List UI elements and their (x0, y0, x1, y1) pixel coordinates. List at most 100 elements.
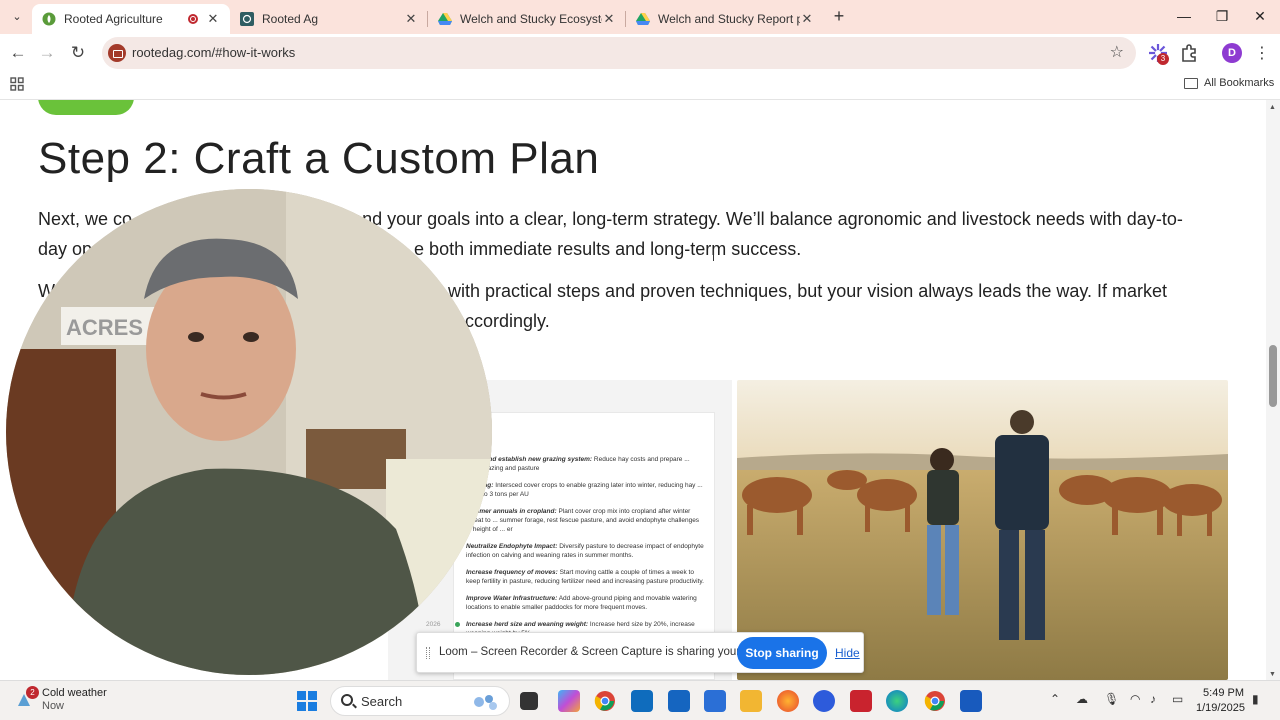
loom-webcam-bubble[interactable]: ACRES (6, 189, 492, 675)
tab-title: Rooted Agriculture (64, 12, 163, 26)
browser-menu-icon[interactable]: ⋮ (1254, 43, 1270, 63)
microsoft-store-icon[interactable] (704, 690, 726, 712)
mcafee-icon[interactable] (850, 690, 872, 712)
tab-title: Welch and Stucky Report practi (658, 12, 800, 26)
onedrive-icon[interactable]: ☁ (1076, 692, 1088, 706)
paragraph-2-line-1b: with practical steps and proven techniqu… (448, 281, 1168, 301)
clock-time: 5:49 PM (1203, 687, 1244, 699)
tab-welch-stucky-report[interactable]: Welch and Stucky Report practi ✕ (626, 4, 824, 34)
bookmarks-bar: All Bookmarks (0, 72, 1280, 100)
chrome-icon[interactable] (594, 690, 616, 712)
close-tab-icon[interactable]: ✕ (404, 11, 418, 27)
word-icon[interactable] (960, 690, 982, 712)
webcam-person-illustration: ACRES (6, 189, 492, 675)
tab-rooted-agriculture[interactable]: Rooted Agriculture ✕ (32, 4, 230, 34)
drag-handle-icon[interactable] (426, 647, 430, 659)
battery-icon[interactable]: ▭ (1172, 692, 1183, 706)
show-hidden-icons-icon[interactable]: ⌃ (1050, 692, 1060, 706)
leaf-favicon-icon (42, 12, 56, 26)
sharing-message: Loom – Screen Recorder & Screen Capture … (439, 646, 781, 658)
doc-item: summer annuals in cropland: Plant cover … (466, 508, 700, 533)
site-info-icon[interactable] (108, 44, 126, 62)
profile-avatar[interactable]: D (1222, 43, 1242, 63)
scroll-down-arrow-icon[interactable]: ▼ (1269, 671, 1276, 678)
close-window-icon[interactable]: ✕ (1248, 6, 1272, 26)
tab-strip: ⌄ Rooted Agriculture ✕ Rooted Ag ✕ Welch… (0, 0, 1280, 34)
firefox-icon[interactable] (777, 690, 799, 712)
reload-icon[interactable]: ↻ (67, 42, 89, 64)
search-icon (341, 694, 353, 706)
taskbar-search[interactable]: Search (330, 686, 510, 716)
browser-toolbar: ← → ↻ rootedag.com/#how-it-works ☆ D ⋮ (0, 34, 1280, 72)
paragraph-1-line-1b: e, and your goals into a clear, long-ter… (332, 209, 1183, 229)
recording-indicator-icon (188, 14, 198, 24)
tab-rooted-ag[interactable]: Rooted Ag ✕ (230, 4, 428, 34)
svg-text:ACRES: ACRES (66, 315, 143, 340)
screen-sharing-banner: Loom – Screen Recorder & Screen Capture … (416, 632, 864, 673)
weather-badge: 2 (26, 686, 39, 699)
page-scrollbar[interactable]: ▲ ▼ (1266, 100, 1280, 680)
restore-icon[interactable]: ❐ (1210, 6, 1234, 26)
all-bookmarks-button[interactable]: All Bookmarks (1184, 77, 1274, 89)
extensions-puzzle-icon[interactable] (1178, 42, 1200, 64)
tab-title: Welch and Stucky Ecosystem Pr (460, 12, 602, 26)
weather-subtitle: Now (42, 700, 65, 712)
new-tab-button[interactable]: + (830, 6, 848, 26)
doc-item: Improve Water Infrastructure: Add above-… (466, 595, 697, 611)
green-button-partial[interactable] (38, 100, 134, 115)
timeline-dot-icon (455, 622, 460, 627)
doc-year: 2026 (426, 621, 441, 628)
minimize-icon[interactable]: — (1172, 6, 1196, 26)
text-cursor-icon (713, 249, 719, 261)
copilot-icon[interactable] (558, 690, 580, 712)
volume-icon[interactable]: ♪ (1150, 692, 1156, 706)
paragraph-1-line-2b: e both immediate results and long-term s… (414, 239, 802, 259)
clock-date: 1/19/2025 (1196, 702, 1245, 714)
edge-icon[interactable] (886, 690, 908, 712)
paragraph-2-line-2: ccordingly. (465, 311, 550, 331)
tab-welch-stucky-ecosystem[interactable]: Welch and Stucky Ecosystem Pr ✕ (428, 4, 626, 34)
extension-badge: 3 (1157, 53, 1169, 65)
forward-arrow-icon[interactable]: → (36, 42, 58, 64)
close-tab-icon[interactable]: ✕ (206, 11, 220, 27)
address-bar[interactable]: rootedag.com/#how-it-works ☆ (102, 37, 1136, 69)
chrome-profile-icon[interactable] (924, 690, 946, 712)
doc-item: Increase frequency of moves: Start movin… (466, 569, 704, 585)
close-tab-icon[interactable]: ✕ (800, 11, 814, 27)
doc-item: Seeding: Intersced cover crops to enable… (466, 482, 703, 498)
weather-title: Cold weather (42, 687, 107, 699)
search-highlight-icon (474, 695, 497, 710)
bookmark-star-icon[interactable]: ☆ (1110, 42, 1124, 62)
file-explorer-icon[interactable] (740, 690, 762, 712)
doc-item: Neutralize Endophyte Impact: Diversify p… (466, 543, 704, 559)
tab-search-chevron-icon[interactable]: ⌄ (8, 8, 26, 26)
apps-grid-icon[interactable] (10, 77, 24, 91)
windows-taskbar: 2 Cold weather Now Search ⌃ ☁ 🎙 ◠ ♪ ▭ 5:… (0, 680, 1280, 720)
outlook-new-icon[interactable] (668, 690, 690, 712)
stop-sharing-button[interactable]: Stop sharing (737, 637, 827, 669)
microphone-icon[interactable]: 🎙 (1104, 692, 1119, 706)
page-heading: Step 2: Craft a Custom Plan (38, 134, 600, 183)
doc-item: costs and establish new grazing system: … (466, 456, 690, 472)
search-label: Search (361, 694, 403, 709)
google-drive-icon (438, 13, 452, 25)
google-drive-icon (636, 13, 650, 25)
scroll-thumb[interactable] (1269, 345, 1277, 407)
back-arrow-icon[interactable]: ← (7, 42, 29, 64)
outlook-icon[interactable] (631, 690, 653, 712)
tab-title: Rooted Ag (262, 12, 319, 26)
system-clock[interactable]: 5:49 PM 1/19/2025 (1196, 686, 1245, 716)
scroll-up-arrow-icon[interactable]: ▲ (1269, 104, 1276, 111)
task-view-icon[interactable] (520, 692, 538, 710)
hide-banner-link[interactable]: Hide (835, 646, 860, 660)
all-bookmarks-label: All Bookmarks (1204, 77, 1275, 89)
url-text: rootedag.com/#how-it-works (132, 45, 296, 60)
windows-start-icon[interactable] (296, 690, 318, 712)
zoom-icon[interactable] (813, 690, 835, 712)
rooted-ag-favicon-icon (240, 12, 254, 26)
weather-widget[interactable]: 2 Cold weather Now (14, 686, 107, 712)
close-tab-icon[interactable]: ✕ (602, 11, 616, 27)
notifications-icon[interactable]: ▮ (1252, 692, 1259, 706)
weather-icon: 2 (14, 686, 39, 710)
wifi-icon[interactable]: ◠ (1130, 692, 1140, 706)
